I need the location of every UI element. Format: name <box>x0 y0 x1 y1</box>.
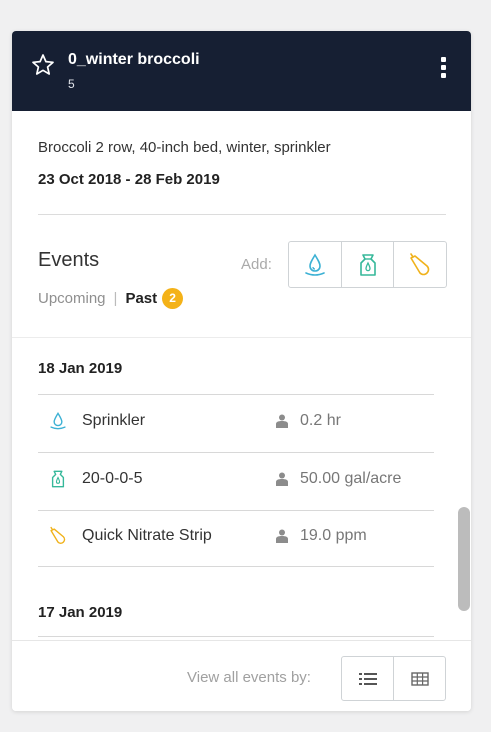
filter-upcoming[interactable]: Upcoming <box>38 290 106 307</box>
planting-title: 0_winter broccoli <box>68 51 200 68</box>
event-value: 0.2 hr <box>300 412 341 429</box>
soil-sample-icon <box>50 526 66 544</box>
event-filter: Upcoming | Past 2 <box>38 288 184 309</box>
planting-description: Broccoli 2 row, 40-inch bed, winter, spr… <box>38 139 331 156</box>
add-fertilizer-button[interactable] <box>342 242 395 287</box>
add-event-buttons <box>288 241 447 288</box>
events-heading: Events <box>38 249 100 271</box>
divider <box>38 510 434 511</box>
table-view-button[interactable] <box>394 657 445 700</box>
event-value: 19.0 ppm <box>300 527 367 544</box>
planting-card: 0_winter broccoli 5 Broccoli 2 row, 40-i… <box>12 31 471 711</box>
divider <box>38 566 434 567</box>
view-toggle <box>341 656 446 701</box>
past-count-badge: 2 <box>162 288 184 309</box>
event-name[interactable]: 20-0-0-5 <box>82 470 142 488</box>
event-date-heading: 18 Jan 2019 <box>38 360 123 377</box>
planting-count: 5 <box>68 77 75 91</box>
scrollbar-thumb[interactable] <box>458 507 470 611</box>
card-header: 0_winter broccoli 5 <box>12 31 471 111</box>
more-menu-icon[interactable] <box>437 57 449 85</box>
fertilizer-bag-icon <box>51 470 65 488</box>
card-footer: View all events by: <box>12 640 471 711</box>
star-icon[interactable] <box>31 53 55 77</box>
soil-sample-icon <box>410 252 430 275</box>
add-soil-sample-button[interactable] <box>394 242 446 287</box>
filter-past[interactable]: Past <box>125 290 157 307</box>
person-icon <box>276 472 288 486</box>
person-icon <box>276 414 288 428</box>
planting-date-range: 23 Oct 2018 - 28 Feb 2019 <box>38 171 220 188</box>
water-drop-icon <box>50 411 66 430</box>
water-drop-icon <box>305 252 325 276</box>
view-all-label: View all events by: <box>187 669 311 686</box>
list-view-button[interactable] <box>342 657 394 700</box>
event-list: 18 Jan 2019 Sprinkler 0.2 hr 20-0-0-5 50… <box>12 337 471 638</box>
filter-separator: | <box>113 290 118 307</box>
divider <box>38 214 446 215</box>
fertilizer-bag-icon <box>359 253 376 276</box>
table-view-icon <box>410 671 429 686</box>
list-view-icon <box>358 672 377 685</box>
event-name[interactable]: Quick Nitrate Strip <box>82 527 212 545</box>
divider <box>38 636 434 637</box>
event-date-heading: 17 Jan 2019 <box>38 604 123 621</box>
event-name[interactable]: Sprinkler <box>82 412 145 430</box>
divider <box>38 452 434 453</box>
add-label: Add: <box>241 256 272 273</box>
event-value: 50.00 gal/acre <box>300 470 402 487</box>
person-icon <box>276 529 288 543</box>
divider <box>38 394 434 395</box>
add-water-button[interactable] <box>289 242 342 287</box>
